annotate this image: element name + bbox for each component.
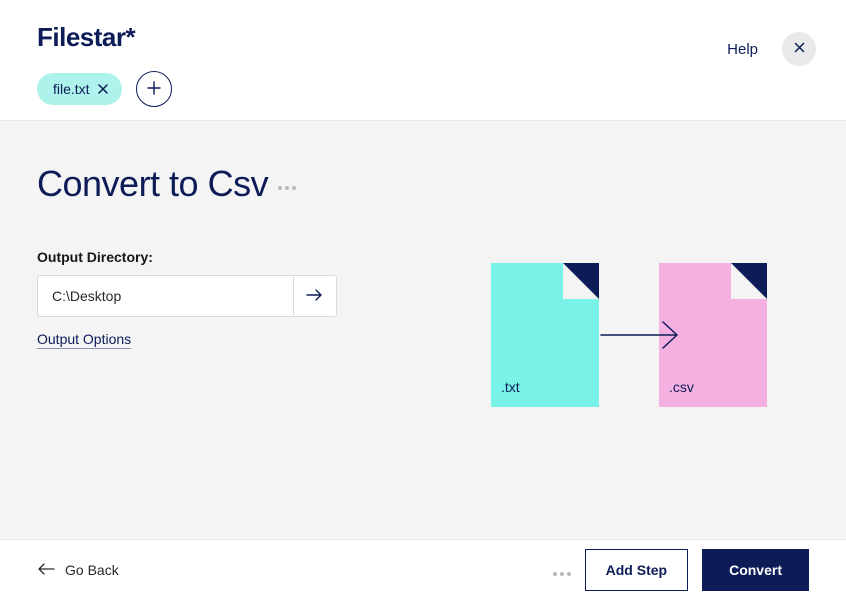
plus-icon: [147, 80, 161, 98]
settings-column: Convert to Csv Output Directory: Output …: [37, 163, 377, 509]
add-step-button[interactable]: Add Step: [585, 549, 688, 591]
output-directory-label: Output Directory:: [37, 249, 377, 265]
help-link[interactable]: Help: [727, 41, 758, 58]
arrow-right-icon: [306, 288, 324, 305]
title-ellipsis-icon[interactable]: [278, 178, 296, 190]
go-back-label: Go Back: [65, 562, 119, 578]
conversion-arrow-icon: [599, 320, 689, 350]
source-file-icon: .txt: [491, 263, 599, 407]
output-options-link[interactable]: Output Options: [37, 331, 131, 349]
close-icon: [794, 40, 805, 58]
source-extension-label: .txt: [501, 379, 520, 395]
output-directory-input[interactable]: [37, 275, 293, 317]
page-title: Convert to Csv: [37, 163, 268, 205]
diagram-column: .txt .csv: [449, 163, 809, 509]
conversion-diagram: .txt .csv: [491, 263, 767, 407]
header: Filestar* file.txt Help: [0, 0, 846, 120]
file-fold-icon: [731, 263, 767, 299]
file-chip-row: file.txt: [37, 71, 172, 107]
app-logo: Filestar*: [37, 22, 172, 53]
file-fold-icon: [563, 263, 599, 299]
go-back-button[interactable]: Go Back: [37, 562, 119, 578]
header-right: Help: [727, 22, 816, 66]
footer: Go Back Add Step Convert: [0, 540, 846, 600]
file-chip-remove-icon[interactable]: [98, 82, 108, 96]
footer-actions: Add Step Convert: [553, 549, 809, 591]
footer-ellipsis-icon[interactable]: [553, 564, 571, 576]
output-directory-group: [37, 275, 337, 317]
file-chip[interactable]: file.txt: [37, 73, 122, 105]
add-file-button[interactable]: [136, 71, 172, 107]
close-window-button[interactable]: [782, 32, 816, 66]
target-extension-label: .csv: [669, 379, 694, 395]
main-panel: Convert to Csv Output Directory: Output …: [0, 120, 846, 540]
arrow-left-icon: [37, 562, 55, 578]
title-row: Convert to Csv: [37, 163, 377, 205]
browse-directory-button[interactable]: [293, 275, 337, 317]
header-left: Filestar* file.txt: [37, 22, 172, 107]
convert-button[interactable]: Convert: [702, 549, 809, 591]
file-chip-label: file.txt: [53, 81, 90, 97]
